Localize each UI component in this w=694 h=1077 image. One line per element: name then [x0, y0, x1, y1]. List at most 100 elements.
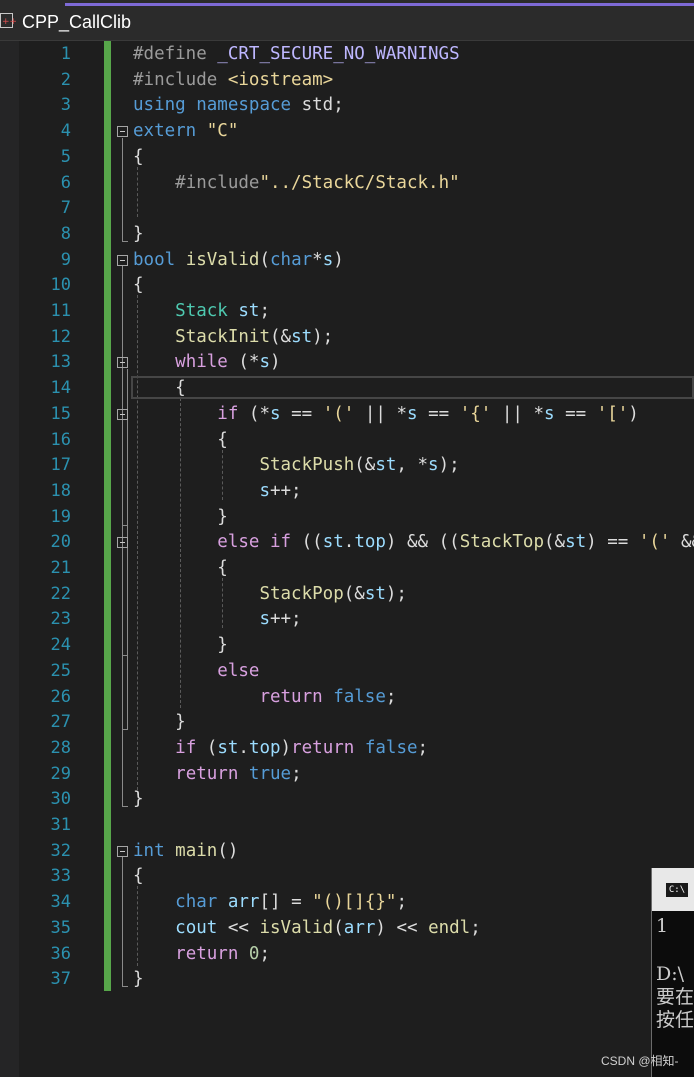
code-token: || *: [354, 403, 407, 424]
code-line[interactable]: {: [133, 864, 144, 890]
document-tab-bar: ++ CPP_CallClib: [0, 0, 694, 41]
code-token: {: [133, 429, 228, 450]
code-token: '{': [459, 403, 492, 424]
fold-guide: [122, 138, 123, 241]
line-number: 25: [50, 660, 71, 681]
code-line[interactable]: {: [133, 145, 144, 171]
code-line[interactable]: {: [133, 556, 228, 582]
code-token: s: [259, 609, 270, 630]
code-line[interactable]: char arr[] = "()[]{}";: [133, 890, 407, 916]
project-title[interactable]: CPP_CallClib: [22, 11, 131, 33]
code-line[interactable]: int main(): [133, 839, 238, 865]
code-token: ++;: [269, 609, 302, 630]
code-line[interactable]: {: [133, 376, 186, 402]
code-line[interactable]: if (st.top)return false;: [133, 736, 428, 762]
line-number: 1: [60, 44, 71, 64]
line-number: 2: [60, 69, 71, 90]
console-titlebar[interactable]: C:\: [652, 868, 694, 911]
code-line[interactable]: using namespace std;: [133, 93, 344, 119]
code-line[interactable]: s++;: [133, 607, 302, 633]
code-line[interactable]: return true;: [133, 762, 301, 788]
code-token: StackPop: [259, 583, 344, 604]
collapse-icon[interactable]: [117, 126, 128, 138]
code-token: (&: [269, 326, 292, 347]
code-line[interactable]: return false;: [133, 685, 396, 711]
code-line[interactable]: {: [133, 428, 228, 454]
line-number: 31: [50, 815, 71, 835]
collapse-icon[interactable]: [117, 408, 128, 420]
code-line[interactable]: if (*s == '(' || *s == '{' || *s == '['): [133, 402, 639, 428]
code-line[interactable]: {: [133, 273, 144, 299]
code-token: &&: [680, 532, 694, 553]
line-number: 10: [50, 275, 71, 296]
code-line[interactable]: }: [133, 222, 144, 248]
code-token: [] =: [259, 892, 313, 913]
collapse-icon[interactable]: [117, 845, 128, 857]
code-token: else: [217, 532, 260, 553]
code-line[interactable]: #include <iostream>: [133, 68, 333, 94]
code-line[interactable]: }: [133, 633, 228, 659]
fold-guide-end: [122, 655, 128, 656]
code-token: st: [565, 532, 587, 553]
code-token: true: [248, 763, 292, 784]
code-token: (: [196, 737, 218, 758]
code-line[interactable]: StackInit(&st);: [133, 325, 333, 351]
code-token: int: [133, 840, 165, 861]
code-line[interactable]: else: [133, 659, 259, 685]
code-line[interactable]: extern "C": [133, 119, 238, 145]
code-token: ;: [385, 686, 397, 707]
code-line[interactable]: Stack st;: [133, 299, 270, 325]
console-window[interactable]: C:\ 1 D:\ 要在 按任: [651, 868, 694, 1077]
code-token: #include: [175, 172, 260, 193]
code-line[interactable]: #include"../StackC/Stack.h": [133, 171, 460, 197]
collapse-icon[interactable]: [117, 357, 128, 369]
code-token: '[': [596, 403, 629, 424]
code-line[interactable]: StackPop(&st);: [133, 582, 407, 608]
code-line[interactable]: return 0;: [133, 942, 270, 968]
code-line[interactable]: }: [133, 505, 228, 531]
code-line[interactable]: #define _CRT_SECURE_NO_WARNINGS: [133, 42, 460, 68]
code-token: using: [133, 95, 186, 116]
code-line[interactable]: else if ((st.top) && ((StackTop(&st) == …: [133, 530, 694, 556]
line-number: 11: [50, 301, 71, 321]
code-token: ;: [417, 737, 429, 758]
code-token: .: [238, 737, 249, 758]
svg-text:++: ++: [2, 17, 16, 27]
line-number: 22: [50, 583, 71, 604]
code-line[interactable]: }: [133, 787, 144, 813]
line-number: 19: [50, 506, 71, 527]
collapse-icon[interactable]: [117, 254, 128, 266]
code-token: (*: [227, 352, 260, 373]
code-token: <iostream>: [227, 69, 334, 90]
code-line[interactable]: bool isValid(char*s): [133, 248, 344, 274]
code-line[interactable]: cout << isValid(arr) << endl;: [133, 916, 481, 942]
line-number: 3: [60, 95, 71, 116]
code-token: (&: [354, 455, 376, 476]
code-token: );: [438, 455, 460, 476]
collapse-icon[interactable]: [117, 537, 128, 549]
line-number: 32: [50, 840, 71, 861]
code-line[interactable]: StackPush(&st, *s);: [133, 453, 460, 479]
code-token: {: [133, 378, 186, 399]
code-token: st: [375, 455, 397, 476]
code-line[interactable]: }: [133, 967, 144, 993]
code-token: }: [133, 789, 144, 810]
line-number: 16: [50, 429, 71, 450]
code-token: "C": [206, 121, 239, 142]
fold-guide-end: [122, 525, 128, 526]
code-line[interactable]: s++;: [133, 479, 301, 505]
code-token: "../StackC/Stack.h": [259, 172, 460, 193]
code-line[interactable]: while (*s): [133, 350, 280, 376]
code-line[interactable]: }: [133, 710, 186, 736]
console-output-line: 1: [656, 915, 669, 937]
line-number: 26: [50, 686, 71, 707]
line-number: 12: [50, 326, 71, 347]
